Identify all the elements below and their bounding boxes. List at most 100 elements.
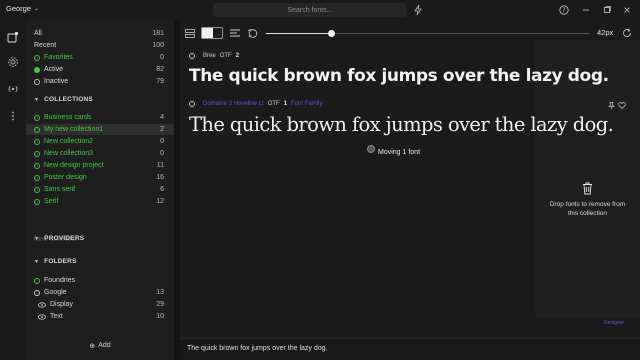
font-family-name: Bree [203,53,216,59]
sidebar-item-inactive[interactable]: Inactive 79 [26,76,174,87]
search-input[interactable]: Search fonts... [213,3,407,17]
drag-cursor-icon [367,144,375,153]
collection-ring-icon [34,126,40,133]
font-family-name: Domaine 3 Hoveline Lt [203,101,264,107]
section-title: FOLDERS [44,258,77,265]
font-family-header[interactable]: Domaine 3 Hoveline Lt OTF 1 Font Family [189,101,322,107]
slider-fill [266,32,331,34]
sidebar-item-all[interactable]: All 181 [26,28,174,39]
collection-ring-icon [34,162,40,169]
sidebar-item-count: 100 [152,42,164,49]
collection-count: 16 [156,174,164,181]
drag-tooltip-text: Moving 1 font [378,149,421,156]
collection-item-selected[interactable]: My new collection1 2 [26,124,174,135]
collection-item[interactable]: New design project 11 [26,160,174,171]
collection-item[interactable]: Business cards 4 [26,112,174,123]
collection-ring-icon [34,138,40,145]
list-view-icon[interactable] [184,27,196,39]
text-align-icon[interactable] [229,27,241,39]
broadcast-icon[interactable] [7,83,19,95]
collection-label: Poster design [44,174,87,181]
svg-text:?: ? [562,7,565,14]
collection-label: My new collection1 [44,126,104,133]
folder-ring-icon [34,277,40,284]
collection-count: 4 [160,114,164,121]
activation-ring-icon[interactable] [189,53,195,59]
active-dot-icon [34,66,40,73]
lightning-icon[interactable] [412,3,424,17]
add-button[interactable]: ⊕ Add [26,342,174,350]
heart-icon[interactable] [618,102,626,112]
sidebar-item-recent[interactable]: Recent 100 [26,40,174,51]
font-format: OTF [219,53,232,59]
glyph-icon[interactable] [246,27,258,39]
collection-count: 2 [160,126,164,133]
font-preview[interactable]: The quick brown fox jumps over the lazy … [189,66,609,86]
collection-item[interactable]: New collection3 0 [26,148,174,159]
font-style-count: 1 [283,101,288,107]
favorites-ring-icon [34,54,40,61]
font-size-value: 42px [597,28,614,37]
light-swatch [202,28,213,38]
user-menu[interactable]: George ⌄ [6,4,39,13]
collection-label: Serif [44,198,59,205]
sidebar-item-count: 82 [156,66,164,73]
sidebar-item-label: Inactive [44,78,69,85]
collections-header[interactable]: ▼ COLLECTIONS [34,96,93,103]
folder-item[interactable]: Display 29 [26,299,174,310]
collection-item[interactable]: Poster design 16 [26,172,174,183]
collection-label: Sans serif [44,186,76,193]
plus-icon: ⊕ [89,343,96,350]
collection-count: 0 [160,138,164,145]
sidebar-item-active[interactable]: Active 82 [26,64,174,75]
folder-item[interactable]: Google 13 [26,287,174,298]
library-icon[interactable] [7,31,19,43]
collection-count: 11 [156,162,164,169]
drag-tooltip: Moving 1 font [367,141,420,156]
folder-item[interactable]: Text 10 [26,311,174,322]
collection-ring-icon [34,174,40,181]
minimize-icon[interactable] [579,3,593,17]
font-preview[interactable]: The quick brown fox jumps over the lazy … [189,113,614,136]
sidebar-item-label: All [34,30,42,37]
help-icon[interactable]: ? [557,3,571,17]
folder-label: Display [50,301,73,308]
collection-ring-icon [34,186,40,193]
activation-ring-icon[interactable] [189,101,195,107]
settings-icon[interactable] [7,56,19,68]
caret-down-icon: ▼ [34,235,40,242]
collection-item[interactable]: New collection2 0 [26,136,174,147]
sidebar-item-favorites[interactable]: Favorites 0 [26,52,174,63]
folders-header[interactable]: ▼ FOLDERS [34,258,77,265]
font-actions [608,102,626,112]
collection-count: 6 [160,186,164,193]
add-label: Add [98,342,111,349]
designer-link[interactable]: Designer [604,320,624,326]
drop-zone-text: Drop fonts to remove from this collectio… [549,201,626,217]
collection-label: Business cards [44,114,92,121]
main-panel: 42px Drop fonts to remove from this coll… [180,20,640,360]
drop-zone-content: Drop fonts to remove from this collectio… [535,182,640,219]
trash-icon [582,182,593,197]
font-tag: Font Family [291,101,323,107]
folder-item[interactable]: Foundries [26,275,174,286]
chevron-down-icon: ⌄ [34,6,40,12]
providers-header[interactable]: ▼ PROVIDERS [34,235,84,242]
collection-item[interactable]: Serif 12 [26,196,174,207]
sample-text-bar[interactable]: The quick brown fox jumps over the lazy … [180,338,640,360]
sidebar-item-label: Recent [34,42,57,49]
font-size-slider[interactable] [266,29,590,37]
section-title: COLLECTIONS [44,96,93,103]
slider-knob[interactable] [328,29,335,37]
more-options-icon[interactable] [7,110,19,122]
theme-toggle[interactable] [201,27,223,39]
maximize-icon[interactable] [600,3,614,17]
collection-ring-icon [34,150,40,157]
sample-text-input[interactable]: The quick brown fox jumps over the lazy … [187,345,327,352]
close-icon[interactable] [620,3,634,17]
reset-icon[interactable] [621,27,633,39]
folder-label: Google [44,289,67,296]
collection-item[interactable]: Sans serif 6 [26,184,174,195]
pin-icon[interactable] [608,102,615,112]
font-family-header[interactable]: Bree OTF 2 [189,53,239,59]
